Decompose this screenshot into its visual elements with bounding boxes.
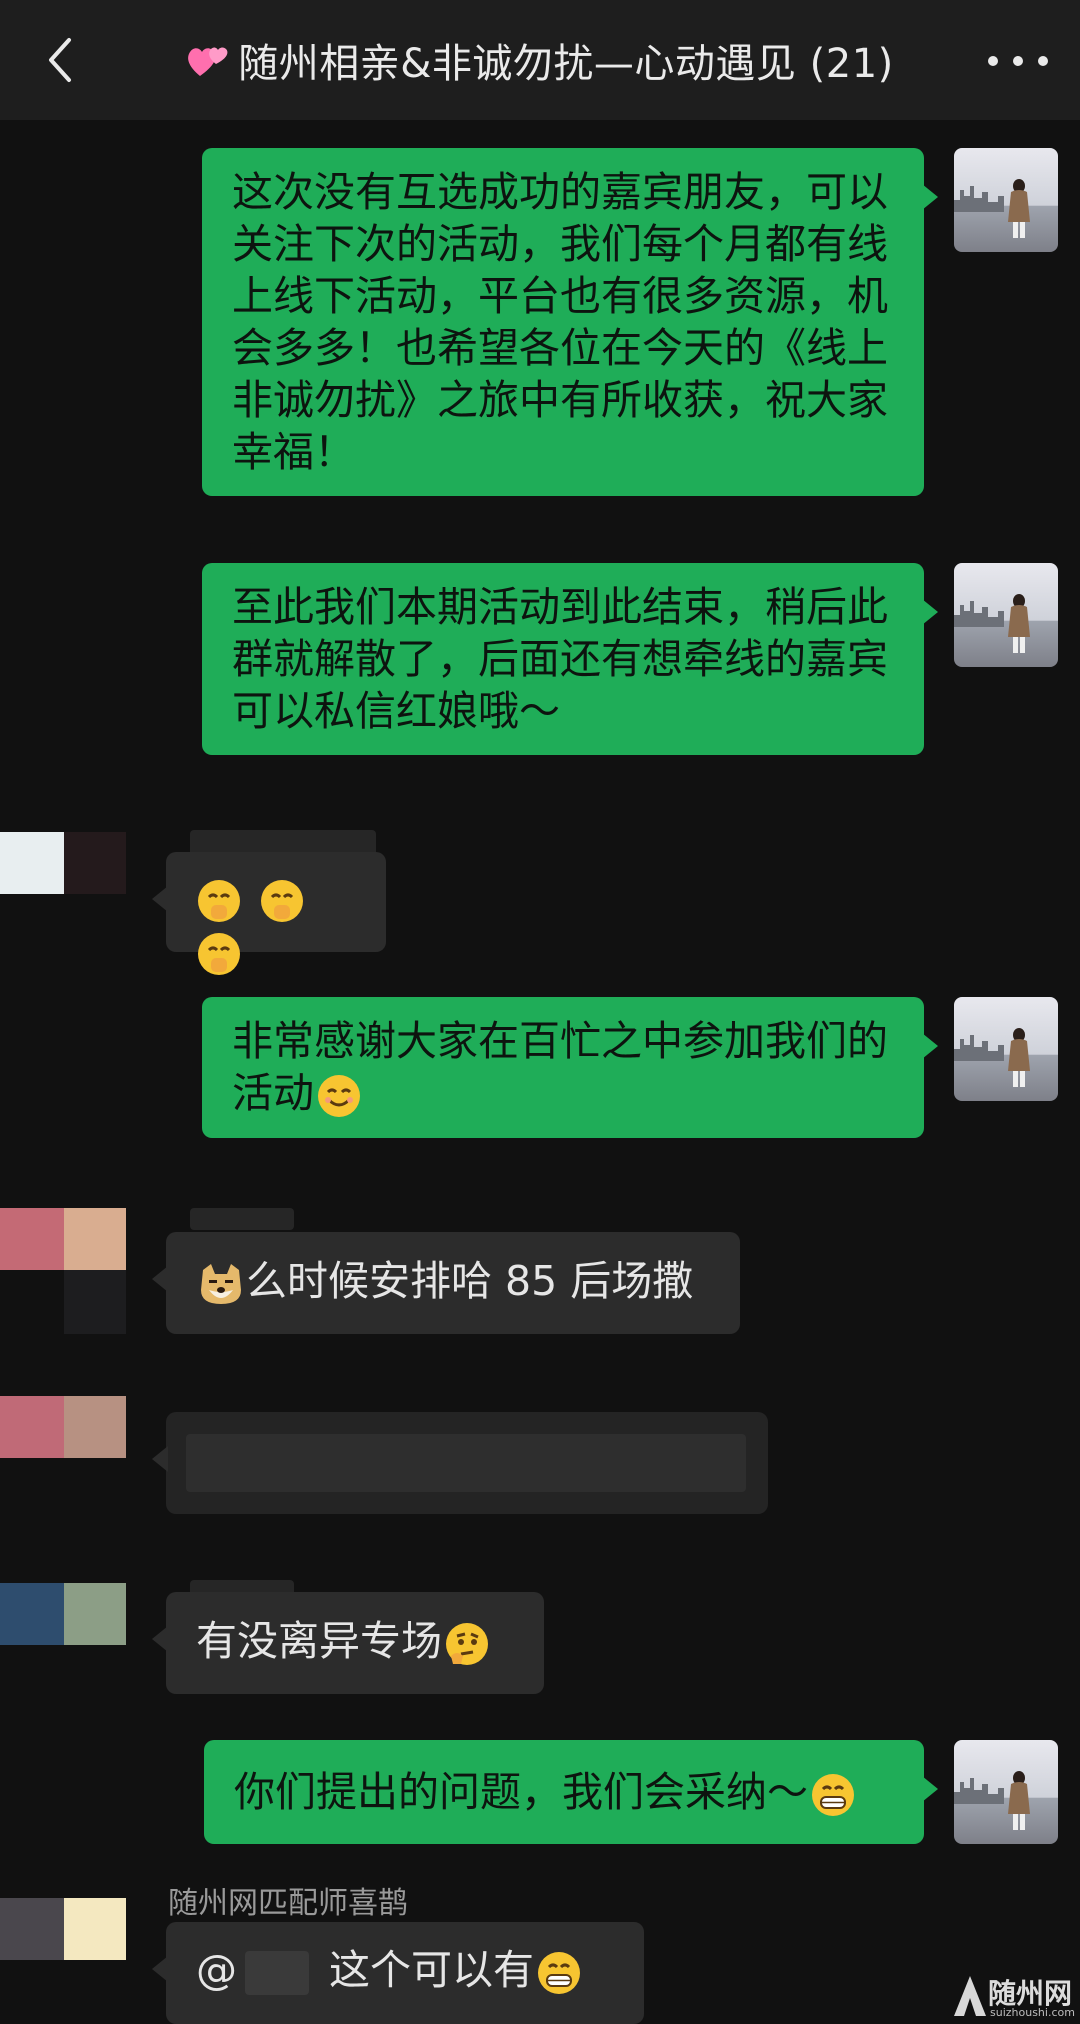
message-bubble-incoming[interactable]: 有没离异专场 [152,1592,544,1694]
watermark-subtitle: suizhoushi.com [990,2006,1075,2019]
site-watermark: 随州网 suizhoushi.com [950,1970,1080,2024]
message-bubble-outgoing[interactable]: 这次没有互选成功的嘉宾朋友，可以关注下次的活动，我们每个月都有线上线下活动，平台… [202,148,938,496]
sender-name: 随州网匹配师喜鹊 [168,1886,408,1921]
avatar[interactable] [954,997,1058,1101]
message-bubble-incoming[interactable] [152,852,386,975]
message-bubble-outgoing[interactable]: 至此我们本期活动到此结束，稍后此群就解散了，后面还有想牵线的嘉宾可以私信红娘哦～ [202,563,938,755]
watermark-logo-icon [954,1976,986,2016]
message-text: 这次没有互选成功的嘉宾朋友，可以关注下次的活动，我们每个月都有线上线下活动，平台… [232,168,888,476]
two-hearts-icon [188,47,228,76]
message-text: 这个可以有 [329,1946,534,1994]
message-text: 至此我们本期活动到此结束，稍后此群就解散了，后面还有想牵线的嘉宾可以私信红娘哦～ [232,583,888,735]
doge-icon [201,1264,241,1304]
shush-face-icon [198,933,240,975]
chat-title-text: 随州相亲&非诚勿扰—心动遇见 (21) [238,41,894,87]
message-bubble-outgoing[interactable]: 你们提出的问题，我们会采纳～ [204,1740,938,1844]
avatar[interactable] [0,832,126,958]
avatar[interactable] [954,1740,1058,1844]
shush-face-icon [261,880,304,922]
shush-face-icon [198,880,240,922]
mention-blurred [245,1951,309,1995]
avatar[interactable] [0,1208,126,1334]
sender-name-blurred [190,1208,294,1230]
message-text: 你们提出的问题，我们会采纳～ [234,1768,808,1816]
message-bubble-incoming[interactable]: @ 这个可以有 [152,1922,644,2024]
avatar[interactable] [954,563,1058,667]
grinning-face-icon [812,1774,854,1816]
message-bubble-outgoing[interactable]: 非常感谢大家在百忙之中参加我们的活动 [202,997,938,1138]
more-dots-icon[interactable] [988,46,1048,76]
chat-title: 随州相亲&非诚勿扰—心动遇见 (21) [186,31,894,89]
thinking-face-icon [446,1623,488,1665]
chat-header: 随州相亲&非诚勿扰—心动遇见 (21) [0,0,1080,120]
avatar[interactable] [0,1898,126,2024]
mention-prefix: @ [196,1946,237,1994]
message-bubble-incoming-blurred[interactable] [152,1412,768,1514]
grinning-face-icon [538,1952,580,1994]
message-text: 么时候安排哈 85 后场撒 [246,1257,694,1305]
avatar[interactable] [0,1396,126,1522]
avatar[interactable] [0,1583,126,1709]
avatar[interactable] [954,148,1058,252]
message-bubble-incoming[interactable]: 么时候安排哈 85 后场撒 [152,1232,740,1334]
message-text: 有没离异专场 [196,1617,442,1665]
chevron-left-icon[interactable] [34,34,86,86]
blurred-content [186,1434,746,1492]
smiling-face-icon [318,1075,360,1117]
